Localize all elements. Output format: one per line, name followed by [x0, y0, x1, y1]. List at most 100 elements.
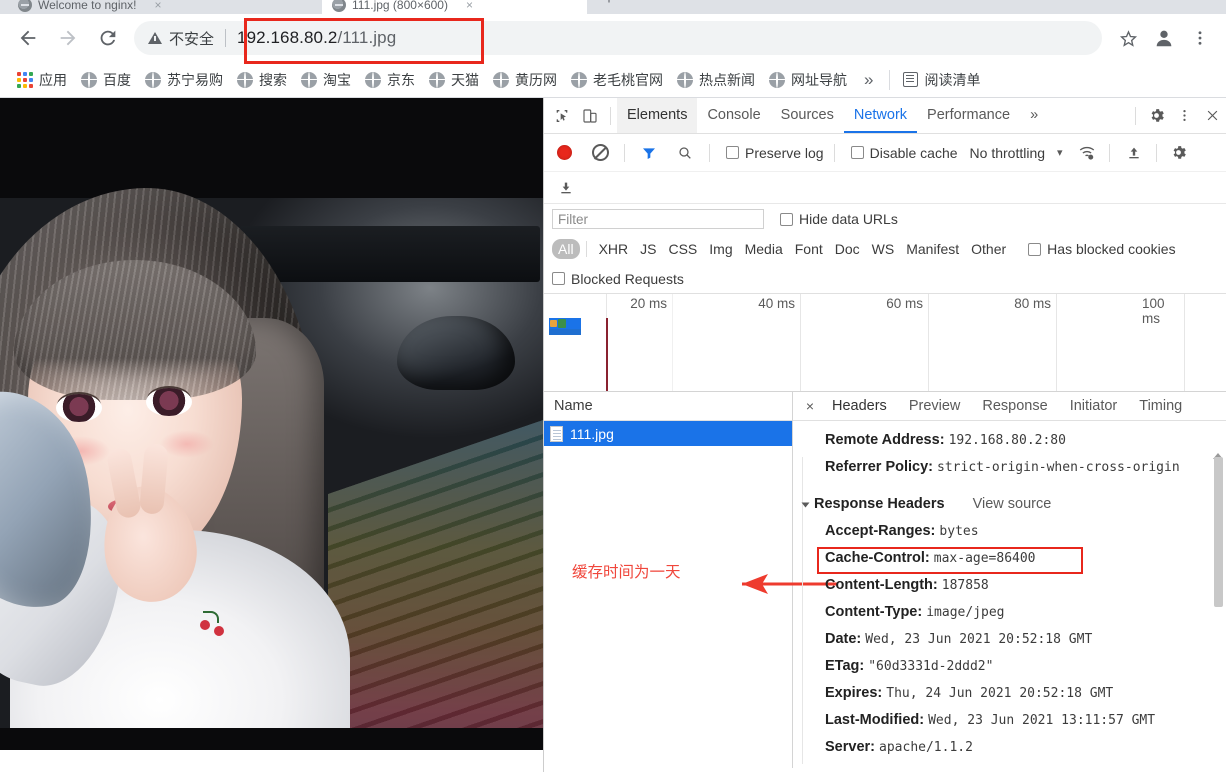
capture-settings-gear-icon[interactable] — [1165, 140, 1193, 166]
disable-cache-option[interactable]: Disable cache — [850, 145, 958, 161]
page-content-image-viewer — [0, 98, 543, 772]
tab-close-icon[interactable]: × — [155, 0, 162, 12]
hide-data-urls-checkbox[interactable] — [780, 212, 793, 226]
preserve-log-option[interactable]: Preserve log — [726, 145, 824, 161]
inspect-element-icon[interactable] — [548, 103, 576, 129]
bookmarks-overflow-icon[interactable]: » — [854, 70, 883, 90]
bookmark-item-7[interactable]: 老毛桃官网 — [564, 66, 670, 94]
jpeg-photo — [0, 98, 543, 750]
bookmark-label: 网址导航 — [791, 71, 847, 88]
bookmark-item-4[interactable]: 京东 — [358, 66, 422, 94]
forward-icon[interactable] — [51, 21, 85, 55]
annotation-text: 缓存时间为一天 — [572, 564, 681, 581]
clear-icon — [591, 144, 609, 161]
bookmark-item-1[interactable]: 苏宁易购 — [138, 66, 230, 94]
filter-input[interactable]: Filter — [552, 209, 764, 229]
resource-type-filters: All XHR JS CSS Img Media Font Doc WS Man… — [544, 234, 1226, 264]
type-filter-img[interactable]: Img — [703, 239, 738, 259]
devtools-more-tabs-icon[interactable]: » — [1020, 98, 1048, 133]
devtools-tab-performance[interactable]: Performance — [917, 98, 1020, 133]
has-blocked-cookies-checkbox[interactable] — [1028, 242, 1042, 256]
new-tab-button[interactable]: + — [596, 0, 622, 12]
chrome-menu-icon[interactable] — [1184, 22, 1216, 54]
bookmark-item-6[interactable]: 黄历网 — [486, 66, 564, 94]
detail-tab-preview[interactable]: Preview — [898, 398, 972, 414]
photo-eye-right — [146, 388, 192, 416]
bookmark-item-9[interactable]: 网址导航 — [762, 66, 854, 94]
header-key: Cache-Control: — [825, 550, 930, 566]
close-detail-icon[interactable]: × — [799, 398, 821, 414]
bookmark-item-0[interactable]: 百度 — [74, 66, 138, 94]
header-value: max-age=86400 — [933, 551, 1036, 566]
browser-tab-1[interactable]: 111.jpg (800×600) × — [322, 0, 587, 14]
toolbar-divider-4 — [1108, 143, 1110, 162]
devtools-more-options-icon[interactable] — [1170, 103, 1198, 129]
toolbar-divider-5 — [1155, 143, 1157, 162]
gear-icon[interactable] — [1142, 103, 1170, 129]
bookmark-item-5[interactable]: 天猫 — [422, 66, 486, 94]
back-icon[interactable] — [11, 21, 45, 55]
type-filter-media[interactable]: Media — [739, 239, 789, 259]
globe-icon — [769, 71, 785, 88]
disable-cache-checkbox[interactable] — [850, 146, 864, 159]
type-filter-css[interactable]: CSS — [662, 239, 703, 259]
devtools-tab-elements[interactable]: Elements — [617, 98, 698, 133]
address-bar[interactable]: 不安全 192.168.80.2/111.jpg — [134, 21, 1102, 55]
clear-network-log-button[interactable] — [586, 140, 614, 166]
response-headers-section-title[interactable]: Response Headers View source — [801, 491, 1226, 518]
bookmark-item-2[interactable]: 搜索 — [230, 66, 294, 94]
bookmark-item-8[interactable]: 热点新闻 — [670, 66, 762, 94]
browser-tab-0[interactable]: Welcome to nginx! × — [8, 0, 318, 14]
timeline-tick-100ms: 100 ms — [1142, 296, 1165, 326]
caret-down-icon[interactable] — [801, 502, 810, 507]
devtools-tab-sources[interactable]: Sources — [771, 98, 844, 133]
bookmark-item-3[interactable]: 淘宝 — [294, 66, 358, 94]
chevron-down-icon[interactable]: ▾ — [1057, 146, 1063, 159]
bookmark-star-icon[interactable] — [1112, 22, 1144, 54]
close-devtools-icon[interactable] — [1198, 103, 1226, 129]
devtools-tab-console[interactable]: Console — [697, 98, 770, 133]
type-filter-font[interactable]: Font — [789, 239, 829, 259]
export-har-icon[interactable] — [552, 175, 580, 201]
tab-close-icon[interactable]: × — [466, 0, 473, 12]
header-server: Server: apache/1.1.2 — [803, 734, 1226, 761]
import-har-icon[interactable] — [1120, 140, 1148, 166]
type-filter-ws[interactable]: WS — [866, 239, 901, 259]
hide-data-urls-option[interactable]: Hide data URLs — [780, 211, 898, 227]
has-blocked-cookies-label: Has blocked cookies — [1047, 241, 1176, 257]
reload-icon[interactable] — [91, 21, 125, 55]
photo-monitor — [240, 226, 540, 282]
record-button[interactable] — [550, 140, 578, 166]
has-blocked-cookies-option[interactable]: Has blocked cookies — [1028, 241, 1176, 257]
network-timeline-overview[interactable]: 20 ms 40 ms 60 ms 80 ms 100 ms — [544, 294, 1226, 392]
toggle-device-toolbar-icon[interactable] — [576, 103, 604, 129]
type-filter-xhr[interactable]: XHR — [593, 239, 635, 259]
type-filter-doc[interactable]: Doc — [829, 239, 866, 259]
globe-icon — [571, 71, 587, 88]
detail-tab-initiator[interactable]: Initiator — [1059, 398, 1129, 414]
type-filter-all[interactable]: All — [552, 239, 580, 259]
detail-tab-response[interactable]: Response — [971, 398, 1058, 414]
filter-toggle-button[interactable] — [635, 140, 663, 166]
detail-tab-timing[interactable]: Timing — [1128, 398, 1193, 414]
photo-keyboard-rgb-glow — [328, 420, 543, 750]
devtools-tab-network[interactable]: Network — [843, 98, 918, 133]
throttling-select[interactable]: No throttling ▾ — [970, 145, 1063, 161]
type-filter-js[interactable]: JS — [634, 239, 662, 259]
request-row-111jpg[interactable]: 111.jpg — [544, 421, 792, 446]
blocked-requests-checkbox[interactable] — [552, 272, 565, 285]
preserve-log-checkbox[interactable] — [726, 146, 739, 159]
requests-column-header-name[interactable]: Name — [544, 392, 792, 421]
type-filter-manifest[interactable]: Manifest — [900, 239, 965, 259]
network-conditions-icon[interactable] — [1073, 140, 1101, 166]
reading-list-button[interactable]: 阅读清单 — [896, 66, 987, 94]
view-source-link[interactable]: View source — [973, 491, 1052, 518]
bookmark-apps[interactable]: 应用 — [10, 66, 74, 94]
header-accept-ranges: Accept-Ranges: bytes — [803, 518, 1226, 545]
file-icon — [550, 425, 563, 442]
profile-avatar-icon[interactable] — [1148, 22, 1180, 54]
search-button[interactable] — [671, 140, 699, 166]
headers-scrollbar-thumb[interactable] — [1214, 457, 1223, 607]
type-filter-other[interactable]: Other — [965, 239, 1012, 259]
detail-tab-headers[interactable]: Headers — [821, 398, 898, 414]
